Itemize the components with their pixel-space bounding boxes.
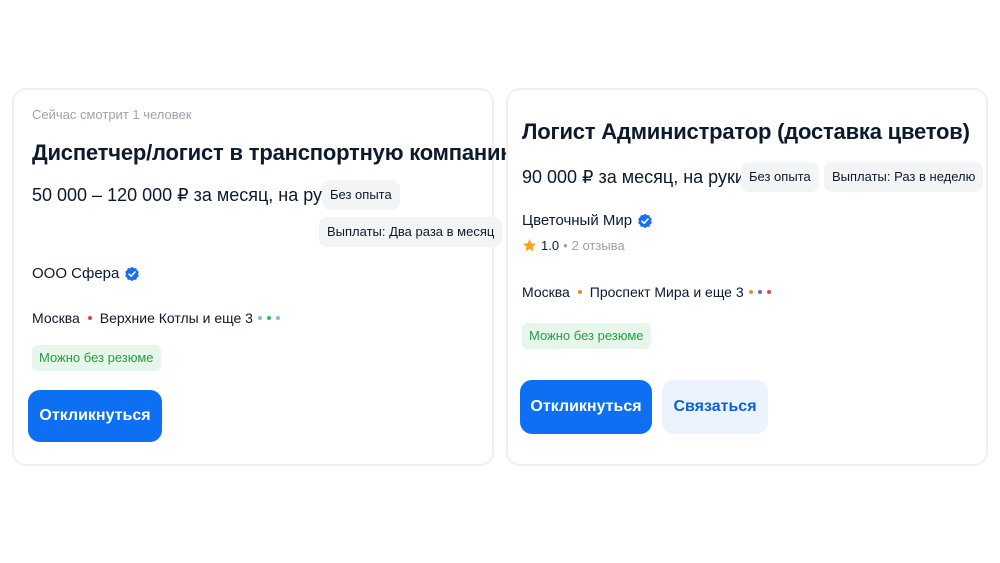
verified-check-icon <box>638 213 652 228</box>
metro-line-dot <box>757 290 762 294</box>
metro-line-dot <box>266 316 271 320</box>
company-label: ООО Сфера <box>32 265 120 282</box>
vacancy-card[interactable]: Сейчас смотрит 1 человек Диспетчер/логис… <box>12 88 519 466</box>
metro-line-dot <box>275 316 280 320</box>
reviews-count: 2 отзыва <box>571 238 625 253</box>
location-line: Москва Верхние Котлы и еще 3 <box>32 310 280 326</box>
viewing-now-text: Сейчас смотрит 1 человек <box>32 107 192 122</box>
metro-label: Верхние Котлы и еще 3 <box>99 310 253 326</box>
payout-chip: Выплаты: Два раза в месяц <box>319 217 503 247</box>
company-rating[interactable]: 1.0 • 2 отзыва <box>522 238 625 253</box>
company-label: Цветочный Мир <box>522 212 633 229</box>
rating-separator-dot: • <box>563 238 568 253</box>
vacancy-title[interactable]: Диспетчер/логист в транспортную компанию <box>32 140 519 166</box>
contact-button[interactable]: Связаться <box>662 380 768 434</box>
metro-label: Проспект Мира и еще 3 <box>589 284 744 300</box>
metro-line-dot <box>577 290 582 294</box>
metro-line-dot <box>748 290 753 294</box>
respond-button[interactable]: Откликнуться <box>520 380 652 434</box>
salary-text: 50 000 – 120 000 ₽ за месяц, на руки <box>32 185 340 205</box>
location-line: Москва Проспект Мира и еще 3 <box>522 284 771 300</box>
metro-line-dot <box>257 316 262 320</box>
payout-chip: Выплаты: Раз в неделю <box>824 162 984 192</box>
city-label: Москва <box>32 310 80 326</box>
respond-button[interactable]: Откликнуться <box>28 390 162 442</box>
no-resume-tag: Можно без резюме <box>522 323 651 349</box>
vacancy-card[interactable]: Логист Администратор (доставка цветов) 9… <box>506 88 988 466</box>
salary-text: 90 000 ₽ за месяц, на руки <box>522 167 745 187</box>
verified-check-icon <box>125 266 140 281</box>
experience-chip: Без опыта <box>741 162 819 192</box>
experience-chip: Без опыта <box>322 180 400 210</box>
rating-value: 1.0 <box>541 238 560 253</box>
no-resume-tag: Можно без резюме <box>32 345 161 371</box>
company-name[interactable]: Цветочный Мир <box>522 212 653 229</box>
metro-line-dot <box>766 290 771 294</box>
metro-line-dot <box>87 316 92 320</box>
star-icon <box>522 238 537 252</box>
vacancy-title[interactable]: Логист Администратор (доставка цветов) <box>522 119 970 145</box>
company-name[interactable]: ООО Сфера <box>32 265 140 282</box>
city-label: Москва <box>522 284 570 300</box>
